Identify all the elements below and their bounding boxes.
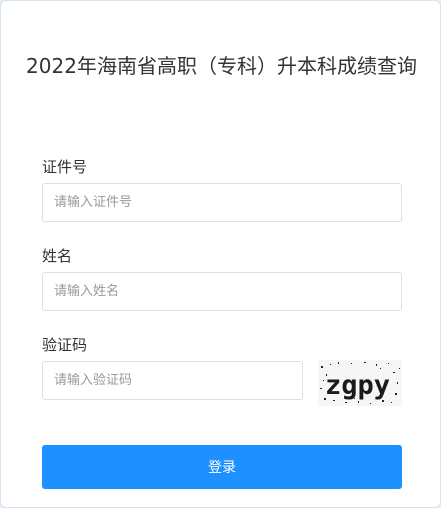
- name-input[interactable]: [42, 272, 402, 311]
- captcha-noise: zgpy: [318, 360, 402, 406]
- captcha-label: 验证码: [42, 336, 88, 354]
- captcha-image[interactable]: zgpy: [318, 360, 402, 406]
- id-number-label: 证件号: [42, 158, 88, 176]
- login-button[interactable]: 登录: [42, 445, 402, 489]
- name-label: 姓名: [42, 247, 73, 265]
- id-number-input[interactable]: [42, 183, 402, 222]
- captcha-text: zgpy: [325, 370, 390, 401]
- login-card: 2022年海南省高职（专科）升本科成绩查询 证件号 姓名 验证码 zgpy: [0, 0, 441, 508]
- captcha-input[interactable]: [42, 361, 303, 400]
- page-title: 2022年海南省高职（专科）升本科成绩查询: [26, 54, 417, 78]
